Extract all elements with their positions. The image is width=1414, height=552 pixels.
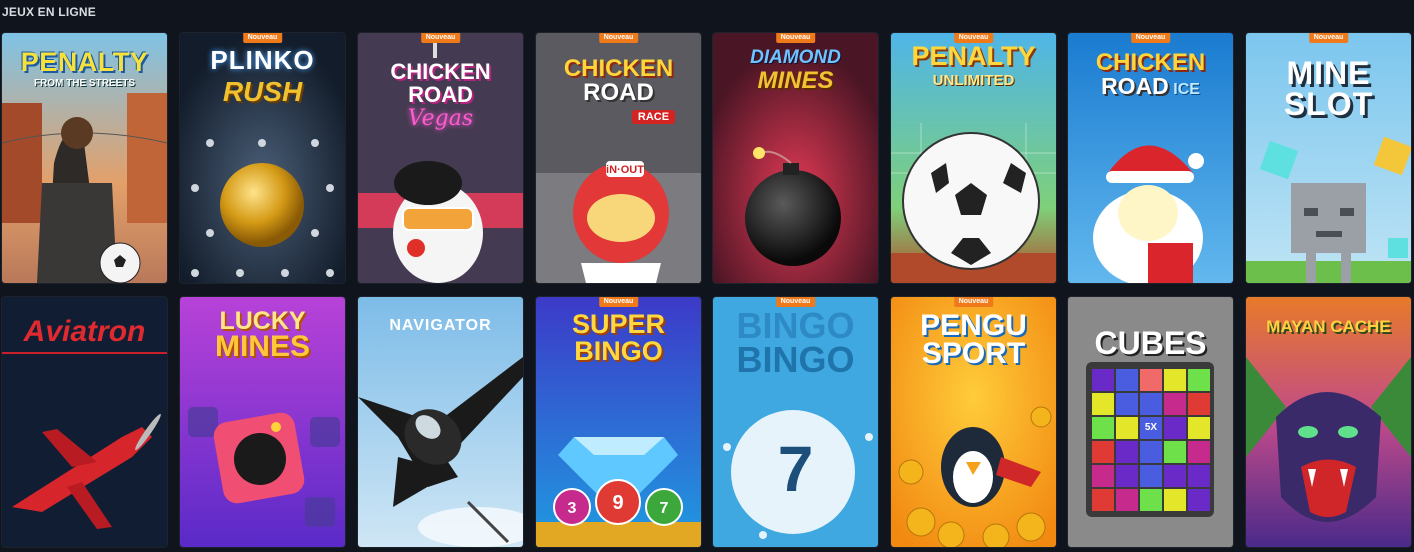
game-subtitle: BINGO (574, 336, 663, 366)
svg-text:iN·OUT: iN·OUT (606, 164, 644, 176)
bingo-ball-number: 7 (777, 433, 814, 505)
game-tile-penalty-unlimited[interactable]: PENALTY UNLIMITED Nouveau (891, 33, 1056, 283)
svg-text:9: 9 (612, 492, 623, 514)
new-badge: Nouveau (775, 297, 816, 307)
game-subtitle: ROAD (1101, 73, 1169, 99)
new-badge: Nouveau (598, 33, 639, 43)
game-tile-chicken-road-race[interactable]: iN·OUT CHICKEN ROAD RACE Nouveau (536, 33, 701, 283)
game-title: Aviatron (23, 315, 146, 348)
game-subtitle: ROAD (583, 79, 654, 106)
game-tile-cubes[interactable]: CUBES 5X (1068, 297, 1233, 547)
game-title: PLINKO (210, 45, 315, 75)
new-badge: Nouveau (1130, 33, 1171, 43)
new-badge: Nouveau (598, 297, 639, 307)
game-title: MAYAN CACHE (1266, 317, 1391, 336)
game-title: PENALTY (20, 47, 149, 77)
game-subtitle: MINES (757, 67, 834, 94)
game-subtitle: BINGO (736, 339, 855, 380)
game-subtitle: FROM THE STREETS (33, 78, 136, 89)
game-subtitle: ROAD (408, 82, 473, 107)
section-title: JEUX EN LIGNE (2, 5, 96, 19)
game-subtitle: SPORT (921, 337, 1026, 370)
svg-text:7: 7 (660, 500, 669, 517)
new-badge: Nouveau (420, 33, 461, 43)
new-badge: Nouveau (953, 33, 994, 43)
game-tile-aviatron[interactable]: Aviatron (2, 297, 167, 547)
game-title: CUBES (1094, 325, 1207, 361)
game-subtitle: RUSH (222, 76, 303, 107)
game-tile-mayan-cache[interactable]: MAYAN CACHE (1246, 297, 1411, 547)
game-title: NAVIGATOR (389, 317, 492, 334)
multiplier-label: 5X (1144, 422, 1158, 433)
game-title: DIAMOND (750, 47, 841, 68)
game-subtitle: UNLIMITED (932, 72, 1015, 89)
game-tile-mine-slot[interactable]: MINE SLOT Nouveau (1246, 33, 1411, 283)
game-tile-plinko-rush[interactable]: PLINKO RUSH Nouveau (180, 33, 345, 283)
new-badge: Nouveau (775, 33, 816, 43)
game-extra: RACE (631, 110, 676, 124)
game-tile-super-bingo[interactable]: 3 9 7 SUPER BINGO Nouveau (536, 297, 701, 547)
game-tile-navigator[interactable]: NAVIGATOR (358, 297, 523, 547)
game-tile-penalty-streets[interactable]: PENALTY FROM THE STREETS (2, 33, 167, 283)
game-title: PENALTY (911, 41, 1036, 71)
game-tile-pengu-sport[interactable]: PENGU SPORT Nouveau (891, 297, 1056, 547)
game-tile-bingo-bingo[interactable]: BINGO BINGO 7 Nouveau (713, 297, 878, 547)
game-subtitle: MINES (214, 330, 310, 363)
game-tile-lucky-mines[interactable]: LUCKY MINES (180, 297, 345, 547)
new-badge: Nouveau (1308, 33, 1349, 43)
game-extra: ICE (1173, 81, 1200, 98)
new-badge: Nouveau (242, 33, 283, 43)
game-extra: Vegas (407, 106, 474, 131)
game-tile-diamond-mines[interactable]: DIAMOND MINES Nouveau (713, 33, 878, 283)
game-subtitle: SLOT (1283, 86, 1374, 122)
games-grid: PENALTY FROM THE STREETS PLINKO RUSH Nou… (2, 33, 1412, 551)
game-tile-chicken-road-ice[interactable]: CHICKEN ROAD ICE Nouveau (1068, 33, 1233, 283)
new-badge: Nouveau (953, 297, 994, 307)
game-tile-chicken-road-vegas[interactable]: CHICKEN ROAD Vegas Nouveau (358, 33, 523, 283)
svg-text:3: 3 (568, 500, 577, 517)
